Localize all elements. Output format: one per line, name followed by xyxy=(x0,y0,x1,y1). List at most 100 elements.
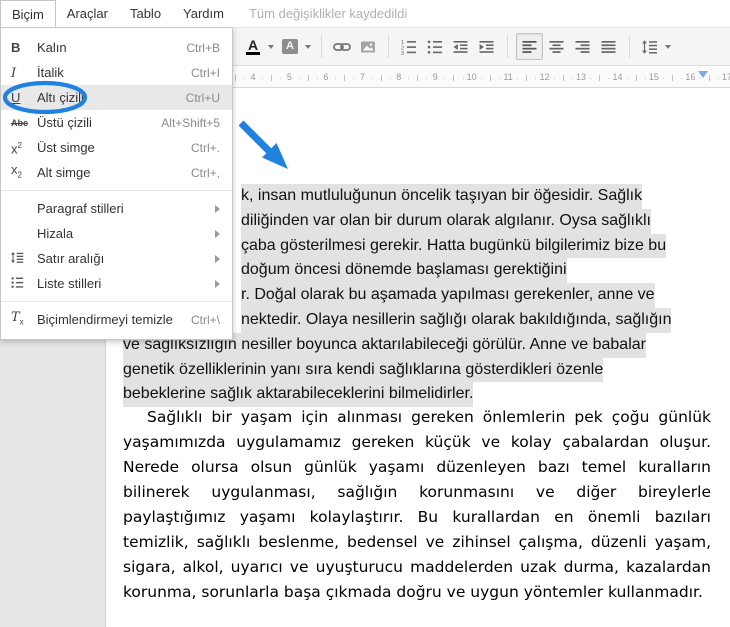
italic-icon: I xyxy=(11,66,37,80)
text-line: diliğinden var olan bir durum olarak alg… xyxy=(241,209,651,234)
line-spacing-icon xyxy=(11,251,37,266)
text-line: genetik özelliklerinin yanı sıra kendi s… xyxy=(123,358,603,383)
ruler-tick xyxy=(535,78,536,79)
menu-item-label: Liste stilleri xyxy=(37,276,215,291)
ruler-number: 4 xyxy=(250,72,255,82)
increase-indent-button[interactable] xyxy=(475,35,499,59)
ruler-tick xyxy=(700,78,701,79)
menu-item-satır-aralığı[interactable]: Satır aralığı xyxy=(1,246,232,271)
ruler-number: 8 xyxy=(396,72,401,82)
text-line: çaba gösterilmesi gerekir. Hatta bugünkü… xyxy=(241,234,666,259)
superscript-icon: x2 xyxy=(11,139,37,155)
menu-item-shortcut: Ctrl+\ xyxy=(191,313,220,327)
menu-item-üst-simge[interactable]: x2Üst simgeCtrl+. xyxy=(1,135,232,160)
ruler-number: 15 xyxy=(649,72,659,82)
ruler-number: 9 xyxy=(433,72,438,82)
menu-item-i-talik[interactable]: IİtalikCtrl+I xyxy=(1,60,232,85)
align-left-button[interactable] xyxy=(516,33,543,60)
ruler-tick xyxy=(444,78,445,79)
ruler-tick xyxy=(344,75,345,81)
ruler-tick xyxy=(271,75,272,81)
ruler-number: 10 xyxy=(467,72,477,82)
ruler-tick xyxy=(681,78,682,79)
ruler-tick xyxy=(390,78,391,79)
insert-link-button[interactable] xyxy=(330,35,354,59)
bulleted-list-button[interactable] xyxy=(423,35,447,59)
justify-button[interactable] xyxy=(597,35,621,59)
align-center-button[interactable] xyxy=(545,35,569,59)
ruler-tick xyxy=(381,75,382,81)
svg-text:3: 3 xyxy=(401,51,404,55)
menubar-item-yardım[interactable]: Yardım xyxy=(172,0,235,27)
menu-item-label: Biçimlendirmeyi temizle xyxy=(37,312,191,327)
text-line: doğum öncesi dönemde başlaması gerektiği… xyxy=(241,258,567,283)
increase-indent-icon xyxy=(479,39,495,55)
ruler-tick xyxy=(499,78,500,79)
selected-text: r. Doğal olarak bu aşamada yapılması ger… xyxy=(241,283,655,308)
line-spacing-dropdown-icon[interactable] xyxy=(665,45,671,49)
highlight-color-dropdown-icon[interactable] xyxy=(305,45,311,49)
selected-text: k, insan mutluluğunun öncelik taşıyan bi… xyxy=(241,184,642,209)
image-icon xyxy=(360,39,376,55)
ruler-tick xyxy=(371,78,372,79)
menu-item-üstü-çizili[interactable]: AbcÜstü çiziliAlt+Shift+5 xyxy=(1,110,232,135)
menu-item-liste-stilleri[interactable]: Liste stilleri xyxy=(1,271,232,296)
link-icon xyxy=(333,39,351,55)
submenu-arrow-icon xyxy=(215,280,220,288)
decrease-indent-button[interactable] xyxy=(449,35,473,59)
ruler-tick xyxy=(563,75,564,81)
align-center-icon xyxy=(549,39,565,55)
ruler-tick xyxy=(235,75,236,81)
menubar-item-araçlar[interactable]: Araçlar xyxy=(56,0,119,27)
insert-image-button[interactable] xyxy=(356,35,380,59)
format-menu: BKalınCtrl+BIİtalikCtrl+IUAltı çiziliCtr… xyxy=(0,27,233,340)
paragraph: Sağlıklı bir yaşam için alınması gereken… xyxy=(123,405,711,605)
selected-text: doğum öncesi dönemde başlaması gerektiği… xyxy=(241,258,567,283)
ruler-number: 13 xyxy=(576,72,586,82)
ruler-tick xyxy=(481,78,482,79)
menu-item-kalın[interactable]: BKalınCtrl+B xyxy=(1,35,232,60)
bulleted-list-icon xyxy=(427,39,443,55)
menu-item-paragraf-stilleri[interactable]: Paragraf stilleri xyxy=(1,196,232,221)
ruler-tick xyxy=(709,75,710,81)
selected-text: diliğinden var olan bir durum olarak alg… xyxy=(241,209,651,234)
menu-item-hizala[interactable]: Hizala xyxy=(1,221,232,246)
menu-item-altı-çizili[interactable]: UAltı çiziliCtrl+U xyxy=(1,85,232,110)
line-spacing-icon xyxy=(642,39,658,55)
selected-text: çaba gösterilmesi gerekir. Hatta bugünkü… xyxy=(241,234,666,259)
align-right-button[interactable] xyxy=(571,35,595,59)
text-color-button[interactable]: A xyxy=(241,35,265,59)
highlight-color-button[interactable]: A xyxy=(278,35,302,59)
ruler-tick xyxy=(590,78,591,79)
text-color-dropdown-icon[interactable] xyxy=(268,45,274,49)
ruler-tick xyxy=(453,75,454,81)
numbered-list-button[interactable]: 123 xyxy=(397,35,421,59)
ruler-tick xyxy=(262,78,263,79)
menu-item-biçimlendirmeyi-temizle[interactable]: TxBiçimlendirmeyi temizleCtrl+\ xyxy=(1,307,232,332)
text-color-icon: A xyxy=(246,39,260,55)
text-line: k, insan mutluluğunun öncelik taşıyan bi… xyxy=(241,184,642,209)
ruler-tick xyxy=(663,78,664,79)
menu-item-alt-simge[interactable]: x2Alt simgeCtrl+, xyxy=(1,160,232,185)
ruler-tick xyxy=(627,78,628,79)
menu-item-shortcut: Ctrl+. xyxy=(191,141,220,155)
selected-text: nektedir. Olaya nesillerin sağlığı olara… xyxy=(241,308,671,333)
numbered-list-icon: 123 xyxy=(401,39,417,55)
menu-item-shortcut: Ctrl+B xyxy=(186,41,220,55)
menu-item-label: Hizala xyxy=(37,226,215,241)
menubar-item-biçim[interactable]: Biçim xyxy=(0,0,56,27)
toolbar-separator xyxy=(388,35,389,58)
text-line: bebeklerine sağlık aktarabileceklerini b… xyxy=(123,382,473,407)
menu-item-label: Kalın xyxy=(37,40,186,55)
menubar: BiçimAraçlarTabloYardım Tüm değişiklikle… xyxy=(0,0,730,27)
menu-item-label: Satır aralığı xyxy=(37,251,215,266)
toolbar-separator xyxy=(507,35,508,58)
menu-item-shortcut: Ctrl+U xyxy=(186,91,220,105)
menubar-item-tablo[interactable]: Tablo xyxy=(119,0,172,27)
toolbar-separator xyxy=(321,35,322,58)
line-spacing-button[interactable] xyxy=(638,35,662,59)
ruler-indent-marker[interactable] xyxy=(698,71,708,78)
ruler-tick xyxy=(308,75,309,81)
menu-item-shortcut: Alt+Shift+5 xyxy=(161,116,220,130)
ruler-tick xyxy=(490,75,491,81)
